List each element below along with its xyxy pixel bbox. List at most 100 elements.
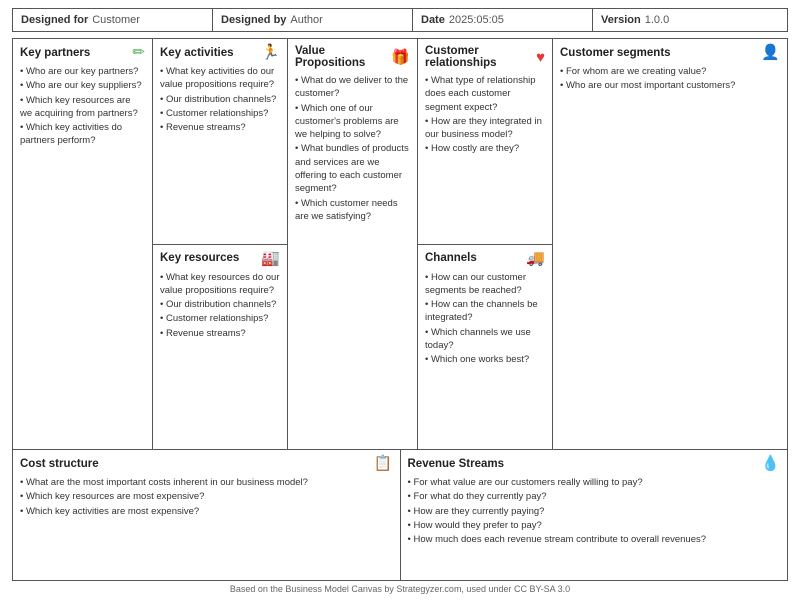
value-propositions-header: Value Propositions 🎁 <box>295 45 410 69</box>
designed-by-cell: Designed by Author <box>213 9 413 31</box>
key-activities-title: Key activities <box>160 47 234 59</box>
cost-structure-cell: Cost structure 📋 What are the most impor… <box>13 450 401 580</box>
value-propositions-list: What do we deliver to the customer? Whic… <box>295 74 410 224</box>
designed-for-value: Customer <box>92 14 140 26</box>
value-propositions-icon: 🎁 <box>391 50 410 65</box>
revenue-streams-icon: 💧 <box>761 456 780 471</box>
designed-by-label: Designed by <box>221 14 286 26</box>
key-activities-header: Key activities 🏃 <box>160 45 280 60</box>
key-resources-icon: 🏭 <box>261 251 280 266</box>
customer-segments-icon: 👤 <box>761 45 780 60</box>
customer-segments-header: Customer segments 👤 <box>560 45 780 60</box>
canvas-top: Key partners ✏ Who are our key partners?… <box>13 39 787 450</box>
list-item: Which key activities are most expensive? <box>20 505 393 518</box>
cost-structure-icon: 📋 <box>374 456 393 471</box>
list-item: For whom are we creating value? <box>560 65 780 78</box>
value-propositions-column: Value Propositions 🎁 What do we deliver … <box>288 39 418 449</box>
list-item: How costly are they? <box>425 142 545 155</box>
customer-relationships-cell: Customer relationships ♥ What type of re… <box>418 39 552 245</box>
customer-relationships-inner: Customer relationships ♥ What type of re… <box>418 39 552 244</box>
channels-icon: 🚚 <box>526 251 545 266</box>
header-row: Designed for Customer Designed by Author… <box>12 8 788 32</box>
list-item: Which key resources are we acquiring fro… <box>20 94 145 121</box>
customer-segments-title: Customer segments <box>560 47 671 59</box>
version-label: Version <box>601 14 641 26</box>
customer-segments-cell: Customer segments 👤 For whom are we crea… <box>553 39 787 449</box>
key-partners-cell: Key partners ✏ Who are our key partners?… <box>13 39 152 449</box>
date-cell: Date 2025:05:05 <box>413 9 593 31</box>
key-resources-cell: Key resources 🏭 What key resources do ou… <box>153 245 287 450</box>
customer-relationships-header: Customer relationships ♥ <box>425 45 545 69</box>
list-item: What key activities do our value proposi… <box>160 65 280 92</box>
key-resources-list: What key resources do our value proposit… <box>160 271 280 341</box>
list-item: How are they integrated in our business … <box>425 115 545 142</box>
list-item: Which key resources are most expensive? <box>20 490 393 503</box>
business-model-canvas: Key partners ✏ Who are our key partners?… <box>12 38 788 581</box>
key-partners-icon: ✏ <box>132 45 145 60</box>
customer-relationships-list: What type of relationship does each cust… <box>425 74 545 157</box>
list-item: Which one of our customer's problems are… <box>295 102 410 142</box>
list-item: How are they currently paying? <box>408 505 781 518</box>
list-item: For what value are our customers really … <box>408 476 781 489</box>
value-propositions-title: Value Propositions <box>295 45 391 69</box>
value-propositions-cell: Value Propositions 🎁 What do we deliver … <box>288 39 417 449</box>
list-item: Customer relationships? <box>160 312 280 325</box>
list-item: Which key activities do partners perform… <box>20 121 145 148</box>
key-activities-cell: Key activities 🏃 What key activities do … <box>153 39 287 245</box>
revenue-streams-list: For what value are our customers really … <box>408 476 781 547</box>
designed-by-value: Author <box>290 14 322 26</box>
list-item: What key resources do our value proposit… <box>160 271 280 298</box>
list-item: Revenue streams? <box>160 121 280 134</box>
revenue-streams-title: Revenue Streams <box>408 458 505 470</box>
key-partners-column: Key partners ✏ Who are our key partners?… <box>13 39 153 449</box>
designed-for-label: Designed for <box>21 14 88 26</box>
list-item: Customer relationships? <box>160 107 280 120</box>
page: Designed for Customer Designed by Author… <box>0 0 800 600</box>
date-value: 2025:05:05 <box>449 14 504 26</box>
footer-text: Based on the Business Model Canvas by St… <box>230 584 570 594</box>
key-activities-icon: 🏃 <box>261 45 280 60</box>
list-item: How can the channels be integrated? <box>425 298 545 325</box>
key-resources-header: Key resources 🏭 <box>160 251 280 266</box>
customer-relationships-title: Customer relationships <box>425 45 536 69</box>
list-item: Which one works best? <box>425 353 545 366</box>
revenue-streams-header: Revenue Streams 💧 <box>408 456 781 471</box>
list-item: What are the most important costs inhere… <box>20 476 393 489</box>
canvas-bottom: Cost structure 📋 What are the most impor… <box>13 450 787 580</box>
cost-structure-header: Cost structure 📋 <box>20 456 393 471</box>
list-item: Who are our key partners? <box>20 65 145 78</box>
version-cell: Version 1.0.0 <box>593 9 787 31</box>
designed-for-cell: Designed for Customer <box>13 9 213 31</box>
middle-column: Key activities 🏃 What key activities do … <box>153 39 288 449</box>
customer-relationships-icon: ♥ <box>536 50 545 65</box>
list-item: Which customer needs are we satisfying? <box>295 197 410 224</box>
list-item: Who are our most important customers? <box>560 79 780 92</box>
list-item: What do we deliver to the customer? <box>295 74 410 101</box>
key-resources-inner: Key resources 🏭 What key resources do ou… <box>153 245 287 450</box>
list-item: What type of relationship does each cust… <box>425 74 545 114</box>
key-activities-list: What key activities do our value proposi… <box>160 65 280 135</box>
list-item: Who are our key suppliers? <box>20 79 145 92</box>
list-item: How much does each revenue stream contri… <box>408 533 781 546</box>
cost-structure-list: What are the most important costs inhere… <box>20 476 393 519</box>
revenue-streams-cell: Revenue Streams 💧 For what value are our… <box>401 450 788 580</box>
version-value: 1.0.0 <box>645 14 669 26</box>
key-activities-inner: Key activities 🏃 What key activities do … <box>153 39 287 244</box>
customer-segments-column: Customer segments 👤 For whom are we crea… <box>553 39 787 449</box>
list-item: What bundles of products and services ar… <box>295 142 410 195</box>
date-label: Date <box>421 14 445 26</box>
cost-structure-title: Cost structure <box>20 458 99 470</box>
channels-cell: Channels 🚚 How can our customer segments… <box>418 245 552 450</box>
footer: Based on the Business Model Canvas by St… <box>12 581 788 596</box>
list-item: Our distribution channels? <box>160 298 280 311</box>
key-partners-header: Key partners ✏ <box>20 45 145 60</box>
key-partners-title: Key partners <box>20 47 90 59</box>
key-partners-list: Who are our key partners? Who are our ke… <box>20 65 145 149</box>
list-item: For what do they currently pay? <box>408 490 781 503</box>
customer-segments-list: For whom are we creating value? Who are … <box>560 65 780 94</box>
list-item: How can our customer segments be reached… <box>425 271 545 298</box>
channels-list: How can our customer segments be reached… <box>425 271 545 368</box>
channels-header: Channels 🚚 <box>425 251 545 266</box>
list-item: Which channels we use today? <box>425 326 545 353</box>
list-item: Our distribution channels? <box>160 93 280 106</box>
